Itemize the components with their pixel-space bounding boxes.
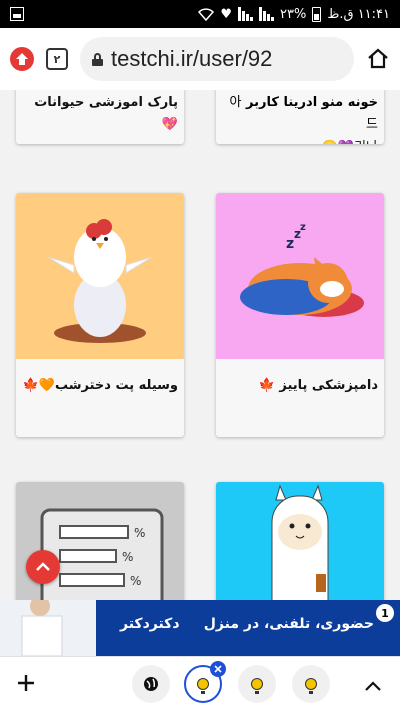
card-title: پارک اموزشی حیوانات 💖 bbox=[34, 95, 178, 132]
plus-icon bbox=[18, 675, 34, 691]
tab-switcher-button[interactable]: ۲ bbox=[46, 48, 68, 70]
status-right: ۱۱:۴۱ ق.ظ ۲۳% ♥ bbox=[198, 6, 390, 22]
globe-icon bbox=[144, 677, 158, 691]
cell-signal-icon bbox=[258, 7, 274, 21]
browser-toolbar: ۲ testchi.ir/user/92 bbox=[0, 28, 400, 90]
new-tab-button[interactable] bbox=[16, 673, 36, 693]
sleeping-dog-image: z z z bbox=[216, 193, 384, 359]
ad-badge: 1 bbox=[376, 604, 394, 622]
card-title: دامپزشکی پاییز 🍁 bbox=[258, 378, 378, 393]
gallery-notification-icon bbox=[10, 7, 24, 21]
lock-icon bbox=[92, 52, 103, 66]
home-icon[interactable] bbox=[366, 47, 390, 71]
ad-text: حضوری، تلفنی، در منزل bbox=[203, 616, 374, 632]
status-left bbox=[10, 7, 24, 21]
battery-icon bbox=[312, 6, 322, 22]
url-text: testchi.ir/user/92 bbox=[111, 46, 273, 71]
alpaca-image bbox=[216, 482, 384, 600]
screen: ۱۱:۴۱ ق.ظ ۲۳% ♥ ۲ testchi.ir/user/92 خون… bbox=[0, 0, 400, 711]
card-subtitle: 리나💜🙂 bbox=[216, 136, 384, 144]
wifi-icon bbox=[198, 8, 215, 21]
battery-percent: ۲۳% bbox=[279, 6, 307, 22]
clock: ۱۱:۴۱ ق.ظ bbox=[327, 6, 390, 22]
address-bar[interactable]: testchi.ir/user/92 bbox=[80, 37, 354, 81]
svg-text:%: % bbox=[122, 550, 133, 564]
lightbulb-icon bbox=[251, 678, 263, 694]
close-icon bbox=[214, 665, 222, 673]
chevron-up-icon bbox=[36, 562, 50, 571]
page-content: خونه منو ادرینا کاربر 아드 리나💜🙂 پارک اموزش… bbox=[0, 90, 400, 600]
lightbulb-icon bbox=[197, 678, 209, 694]
card-adrina-home[interactable]: خونه منو ادرینا کاربر 아드 리나💜🙂 bbox=[216, 90, 384, 144]
svg-text:z: z bbox=[286, 236, 294, 252]
site-favicon-icon[interactable] bbox=[10, 47, 34, 71]
doctor-image bbox=[0, 600, 96, 656]
quick-link-2[interactable] bbox=[238, 665, 276, 703]
scroll-to-top-button[interactable] bbox=[26, 550, 60, 584]
card-night-girl-pet[interactable]: وسیله پت دخترشب🧡🍁 bbox=[16, 193, 184, 437]
card-title: وسیله پت دخترشب🧡🍁 bbox=[22, 378, 178, 393]
ad-banner[interactable]: دکتردکتر حضوری، تلفنی، در منزل 1 bbox=[0, 600, 400, 656]
quick-link-globe[interactable] bbox=[132, 665, 170, 703]
browser-bottom-bar bbox=[0, 656, 400, 711]
svg-text:%: % bbox=[134, 526, 145, 540]
expand-toolbar-button[interactable] bbox=[364, 677, 382, 691]
chevron-up-icon bbox=[365, 681, 381, 691]
heart-icon: ♥ bbox=[220, 6, 232, 22]
svg-text:%: % bbox=[130, 574, 141, 588]
cell-signal-2-icon bbox=[237, 7, 253, 21]
card-animal-park[interactable]: پارک اموزشی حیوانات 💖 bbox=[16, 90, 184, 144]
ad-brand: دکتردکتر bbox=[120, 616, 180, 632]
card-alpaca[interactable] bbox=[216, 482, 384, 600]
status-bar: ۱۱:۴۱ ق.ظ ۲۳% ♥ bbox=[0, 0, 400, 28]
card-autumn-vet[interactable]: z z z دامپزشکی پاییز 🍁 bbox=[216, 193, 384, 437]
svg-text:z: z bbox=[300, 222, 306, 233]
card-title: خونه منو ادرینا کاربر 아드 bbox=[229, 95, 378, 132]
lightbulb-icon bbox=[305, 678, 317, 694]
chicken-image bbox=[16, 193, 184, 359]
quick-link-3[interactable] bbox=[292, 665, 330, 703]
close-quick-link-button[interactable] bbox=[210, 661, 226, 677]
